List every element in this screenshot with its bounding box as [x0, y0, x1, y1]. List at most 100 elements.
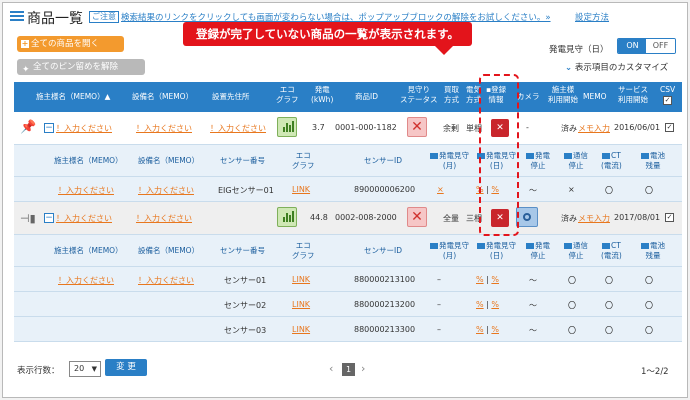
plant-name-link[interactable]: ！入力ください [56, 213, 112, 224]
sub-col-eco-l1: エコ [295, 151, 311, 160]
camera-icon[interactable] [516, 207, 538, 227]
sub-col-batt: 電池 残量 [641, 151, 665, 171]
eco-graph-button[interactable] [277, 117, 297, 137]
sensor-eco-link[interactable]: LINK [292, 275, 310, 284]
day-watch-link-a[interactable]: % [476, 275, 484, 284]
sensor-equip-link[interactable]: ！入力ください [138, 275, 194, 286]
caret-down-icon: ▼ [91, 365, 97, 373]
plus-icon: + [21, 39, 29, 48]
plant-name-link[interactable]: ！入力ください [56, 123, 112, 134]
day-watch-link-b[interactable]: % [491, 325, 499, 334]
col-start-l2: 利用開始 [548, 95, 578, 104]
day-watch-link-a[interactable]: % [476, 300, 484, 309]
open-all-products-button[interactable]: + 全ての商品を開く [17, 36, 124, 52]
memo-input-link[interactable]: メモ入力 [578, 123, 610, 134]
day-watch-link-b[interactable]: % [491, 275, 499, 284]
open-all-label: 全ての商品を開く [31, 39, 100, 49]
collapse-button[interactable]: − [44, 213, 54, 223]
month-watch-value[interactable]: × [437, 185, 444, 194]
col-equip[interactable]: 設備名（MEMO） [132, 92, 193, 102]
rows-per-page-select[interactable]: 20 ▼ [69, 361, 101, 377]
eco-graph-button[interactable] [277, 207, 297, 227]
registration-column-highlight [479, 74, 519, 236]
sensor-number: センサー01 [224, 276, 267, 285]
start-status: 済み [561, 214, 577, 223]
equip-name-link[interactable]: ！入力ください [136, 213, 192, 224]
toggle-off[interactable]: OFF [646, 39, 675, 53]
sensor-eco-link[interactable]: LINK [292, 185, 310, 194]
ct-value: 〇 [605, 301, 613, 310]
sensor-plant-link[interactable]: ！入力ください [58, 185, 114, 196]
col-memo[interactable]: MEMO [583, 92, 607, 102]
col-csv-label: CSV [660, 85, 676, 94]
collapse-button[interactable]: − [44, 123, 54, 133]
battery-value: 〇 [645, 276, 653, 285]
sensor-id: 880000213300 [354, 325, 416, 334]
memo-input-link[interactable]: メモ入力 [578, 213, 610, 224]
equip-name-link[interactable]: ！入力ください [136, 123, 192, 134]
sub-col-stop-l1: 発電 [535, 151, 550, 160]
hatsuden-toggle[interactable]: ON OFF [617, 38, 676, 54]
sub-col-ct-l2: (電流) [601, 251, 622, 260]
month-watch-value: – [437, 275, 441, 284]
csv-checkbox[interactable]: ✓ [665, 123, 674, 132]
site-link[interactable]: ！入力ください [210, 123, 266, 134]
battery-value: 〇 [645, 301, 653, 310]
page-title: 商品一覧 [27, 11, 83, 27]
csv-all-checkbox[interactable]: ✓ [663, 96, 673, 105]
sub-col-batt-l1: 電池 [650, 241, 665, 250]
sensor-row: センサー02 LINK 880000213200 – % | % 〜 〇 〇 〇 [14, 292, 682, 317]
col-site[interactable]: 設置先住所 [212, 92, 250, 102]
settings-method-link[interactable]: 設定方法 [575, 11, 609, 23]
sub-col-stop: 発電 停止 [526, 241, 550, 261]
sensor-eco-link[interactable]: LINK [292, 300, 310, 309]
col-product-id[interactable]: 商品ID [355, 92, 378, 102]
sensor-eco-link[interactable]: LINK [292, 325, 310, 334]
ct-value: 〇 [605, 186, 613, 195]
sub-col-day-l1: 発電見守 [486, 241, 516, 250]
col-eco[interactable]: エコ グラフ [276, 85, 299, 105]
current-page[interactable]: 1 [342, 363, 355, 376]
col-service[interactable]: サービス 利用開始 [618, 85, 648, 105]
sensor-plant-link[interactable]: ！入力ください [58, 275, 114, 286]
service-start-date: 2016/06/01 [614, 123, 661, 132]
month-watch-value: – [437, 300, 441, 309]
watch-status-ng-icon[interactable]: ✕ [407, 117, 427, 137]
col-camera[interactable]: カメラ [517, 92, 540, 102]
change-button[interactable]: 変 更 [105, 359, 147, 376]
sub-col-ct-l1: CT [611, 151, 621, 160]
next-page-button[interactable]: › [361, 362, 365, 375]
sub-col-eco-l2: グラフ [292, 161, 315, 170]
col-buy[interactable]: 買取 方式 [444, 85, 459, 105]
unpin-all-button[interactable]: ✦ 全てのピン留めを解除 [17, 59, 145, 75]
prev-page-button[interactable]: ‹ [329, 362, 333, 375]
day-watch-link-b[interactable]: % [491, 300, 499, 309]
sub-col-equip: 設備名（MEMO） [138, 246, 200, 255]
csv-checkbox[interactable]: ✓ [665, 213, 674, 222]
unpin-all-label: 全てのピン留めを解除 [33, 62, 119, 72]
product-row: 📌 − ！入力ください ！入力ください ！入力ください 3.7 0001-000… [14, 112, 682, 145]
sensor-equip-link[interactable]: ！入力ください [138, 185, 194, 196]
stop-value: 〜 [529, 276, 537, 285]
col-watch[interactable]: 見守り ステータス [400, 85, 438, 105]
col-power[interactable]: 発電 (kWh) [311, 85, 333, 105]
pin-icon[interactable]: 📌 [20, 120, 36, 135]
sub-col-comm: 通信 停止 [564, 151, 588, 171]
camera-value: - [526, 123, 529, 132]
sub-col-day: 発電見守 (日) [477, 241, 516, 261]
sub-col-batt-l2: 残量 [645, 161, 661, 170]
toggle-on[interactable]: ON [618, 39, 647, 53]
customize-columns-link[interactable]: ⌄ 表示項目のカスタマイズ [565, 61, 668, 73]
sub-col-ct: CT (電流) [601, 241, 622, 261]
pin-icon[interactable]: ⊣▮ [20, 212, 36, 225]
ct-value: 〇 [605, 326, 613, 335]
start-status: 済み [561, 124, 577, 133]
result-range: 1〜2/2 [641, 367, 669, 377]
col-start[interactable]: 施主様 利用開始 [548, 85, 578, 105]
col-csv[interactable]: CSV ✓ [660, 85, 675, 105]
sub-col-sensor-no: センサー番号 [220, 156, 265, 165]
day-watch-link-a[interactable]: % [476, 325, 484, 334]
col-plant[interactable]: 施主様名（MEMO）▲ [36, 92, 110, 102]
watch-status-ng-icon[interactable]: ✕ [407, 207, 427, 227]
sub-col-month-l1: 発電見守 [439, 151, 469, 160]
